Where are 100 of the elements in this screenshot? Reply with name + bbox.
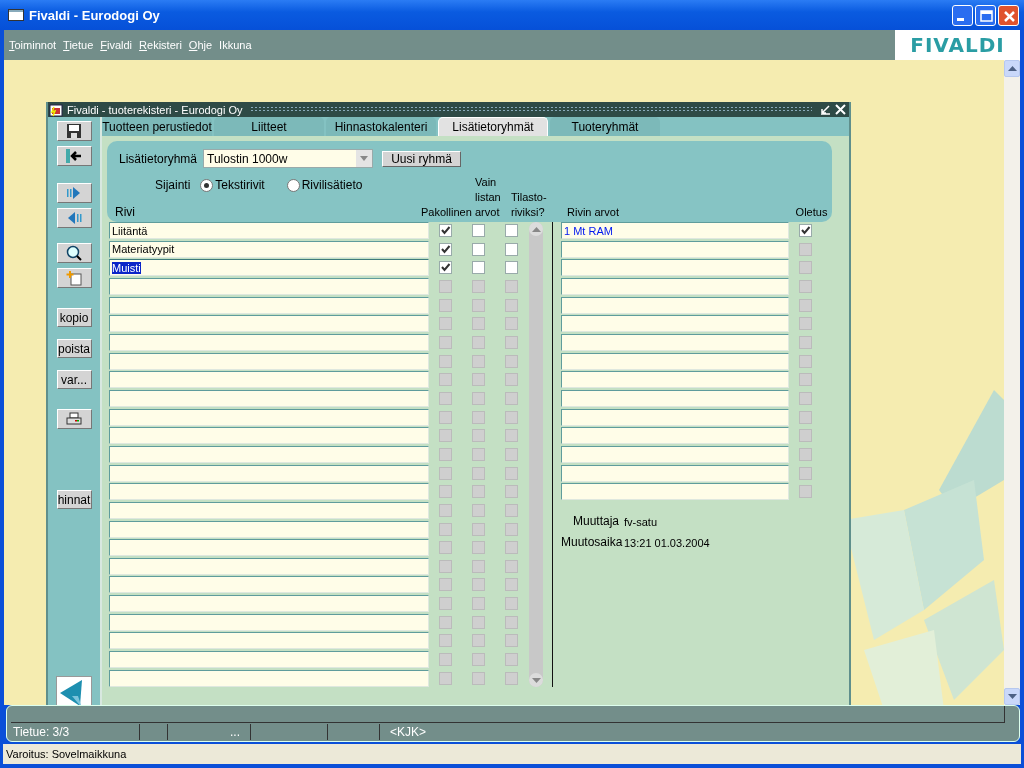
- checkbox[interactable]: [439, 597, 452, 611]
- next-button[interactable]: [56, 183, 92, 203]
- checkbox[interactable]: [505, 335, 518, 349]
- radio-option[interactable]: Rivilisätieto: [286, 178, 363, 193]
- value-field[interactable]: [561, 259, 789, 277]
- checkbox[interactable]: [472, 298, 485, 312]
- checkbox[interactable]: [472, 373, 485, 387]
- row-field[interactable]: [109, 464, 429, 482]
- checkbox[interactable]: [439, 335, 452, 349]
- new-button[interactable]: [56, 268, 92, 288]
- checkbox[interactable]: [505, 298, 518, 312]
- checkbox[interactable]: [799, 391, 812, 405]
- checkbox[interactable]: [439, 615, 452, 629]
- checkbox[interactable]: [439, 242, 452, 256]
- menu-item[interactable]: Ikkuna: [219, 39, 252, 51]
- checkbox[interactable]: [439, 466, 452, 480]
- value-field[interactable]: [561, 296, 789, 314]
- menu-item[interactable]: Ohje: [188, 39, 213, 51]
- row-field[interactable]: [109, 277, 429, 295]
- tab[interactable]: Liitteet: [214, 117, 324, 136]
- value-field[interactable]: [561, 408, 789, 426]
- row-field[interactable]: [109, 669, 429, 687]
- exit-button[interactable]: [56, 146, 92, 166]
- row-field[interactable]: [109, 296, 429, 314]
- checkbox[interactable]: [505, 224, 518, 237]
- checkbox[interactable]: [439, 279, 452, 293]
- checkbox[interactable]: [505, 541, 518, 555]
- checkbox[interactable]: [472, 354, 485, 368]
- checkbox[interactable]: [799, 298, 812, 312]
- row-field[interactable]: [109, 576, 429, 594]
- checkbox[interactable]: [505, 597, 518, 611]
- print-button[interactable]: [56, 409, 92, 429]
- checkbox[interactable]: [472, 224, 485, 237]
- checkbox[interactable]: [439, 391, 452, 405]
- row-field[interactable]: [109, 371, 429, 389]
- checkbox[interactable]: [472, 485, 485, 499]
- value-field[interactable]: [561, 371, 789, 389]
- search-button[interactable]: [56, 243, 92, 263]
- checkbox[interactable]: [472, 615, 485, 629]
- row-field[interactable]: [109, 427, 429, 445]
- checkbox[interactable]: [505, 242, 518, 256]
- checkbox[interactable]: [505, 447, 518, 461]
- checkbox[interactable]: [505, 634, 518, 648]
- row-field[interactable]: [109, 557, 429, 575]
- checkbox[interactable]: [439, 578, 452, 592]
- checkbox[interactable]: [505, 578, 518, 592]
- checkbox[interactable]: [505, 317, 518, 331]
- checkbox[interactable]: [472, 261, 485, 275]
- close-icon[interactable]: [835, 104, 846, 115]
- checkbox[interactable]: [799, 373, 812, 387]
- checkbox[interactable]: [439, 261, 452, 275]
- checkbox[interactable]: [439, 298, 452, 312]
- checkbox[interactable]: [505, 615, 518, 629]
- checkbox[interactable]: [439, 354, 452, 368]
- value-field[interactable]: [561, 427, 789, 445]
- checkbox[interactable]: [505, 503, 518, 517]
- row-field[interactable]: [109, 352, 429, 370]
- checkbox[interactable]: [439, 503, 452, 517]
- row-field[interactable]: [109, 483, 429, 501]
- checkbox[interactable]: [799, 224, 812, 237]
- checkbox[interactable]: [505, 671, 518, 685]
- checkbox[interactable]: [505, 279, 518, 293]
- checkbox[interactable]: [799, 317, 812, 331]
- checkbox[interactable]: [472, 279, 485, 293]
- checkbox[interactable]: [439, 485, 452, 499]
- close-button[interactable]: [998, 4, 1019, 26]
- value-field[interactable]: [561, 315, 789, 333]
- row-field[interactable]: [109, 389, 429, 407]
- minimize-icon[interactable]: [820, 104, 831, 115]
- value-field[interactable]: [561, 483, 789, 501]
- checkbox[interactable]: [439, 224, 452, 237]
- checkbox[interactable]: [472, 559, 485, 573]
- value-field[interactable]: [561, 445, 789, 463]
- menu-item[interactable]: Rekisteri: [139, 39, 182, 51]
- scroll-down-button[interactable]: [1004, 688, 1020, 705]
- checkbox[interactable]: [439, 522, 452, 536]
- checkbox[interactable]: [472, 317, 485, 331]
- checkbox[interactable]: [505, 485, 518, 499]
- checkbox[interactable]: [472, 410, 485, 424]
- new-group-button[interactable]: Uusi ryhmä: [382, 150, 462, 167]
- checkbox[interactable]: [472, 429, 485, 443]
- checkbox[interactable]: [799, 485, 812, 499]
- value-field[interactable]: [561, 464, 789, 482]
- row-field[interactable]: [109, 520, 429, 538]
- checkbox[interactable]: [505, 522, 518, 536]
- toolbar-button[interactable]: kopio: [56, 308, 92, 327]
- previous-button[interactable]: [56, 208, 92, 228]
- menu-item[interactable]: Tietue: [63, 39, 94, 51]
- checkbox[interactable]: [439, 447, 452, 461]
- checkbox[interactable]: [472, 597, 485, 611]
- row-field[interactable]: Muisti: [109, 259, 429, 277]
- checkbox[interactable]: [472, 335, 485, 349]
- checkbox[interactable]: [505, 354, 518, 368]
- value-field[interactable]: [561, 333, 789, 351]
- checkbox[interactable]: [439, 429, 452, 443]
- checkbox[interactable]: [799, 410, 812, 424]
- checkbox[interactable]: [439, 410, 452, 424]
- row-field[interactable]: [109, 539, 429, 557]
- checkbox[interactable]: [799, 354, 812, 368]
- checkbox[interactable]: [439, 317, 452, 331]
